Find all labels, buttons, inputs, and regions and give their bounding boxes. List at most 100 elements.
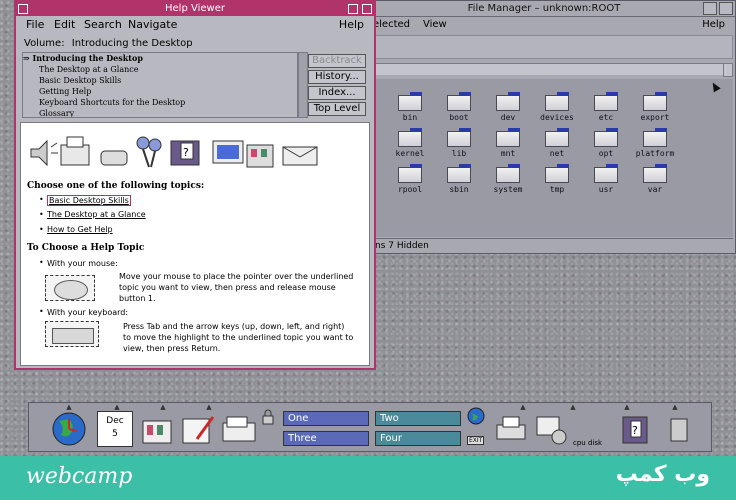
globe-clock-icon[interactable] [51,411,87,447]
printer-icon[interactable] [493,411,529,447]
mailer-icon[interactable] [221,411,257,447]
webcamp-logo: webcamp [26,464,133,489]
index-button[interactable]: Index... [308,86,366,100]
speaker-icon [30,139,58,167]
help-manager-icon[interactable]: ? [617,411,653,447]
file-manager-window: File Manager – unknown:ROOT elected View… [352,0,736,254]
menu-selected[interactable]: elected [373,17,410,32]
bullet: • [39,258,44,267]
volume-label: Volume: [24,38,65,49]
folder-icon [545,92,569,111]
minimize-button[interactable] [348,4,358,14]
mailbox-icon [282,146,318,166]
folder-item[interactable]: var [624,164,686,194]
file-manager-icon[interactable] [139,411,175,447]
workspace-four-button[interactable]: Four [375,431,461,446]
minimize-button[interactable] [703,2,717,15]
workspace-two-button[interactable]: Two [375,411,461,426]
status-text: ns 7 Hidden [375,241,429,251]
folder-icon [594,164,618,183]
style-manager-icon[interactable] [533,411,569,447]
backtrack-button[interactable]: Backtrack [308,54,366,68]
link-desktop-at-a-glance[interactable]: The Desktop at a Glance [47,210,146,219]
with-keyboard-label: With your keyboard: [47,308,129,317]
menu-file[interactable]: File [26,16,44,34]
status-bar: ns 7 Hidden [373,238,733,253]
link-basic-desktop-skills[interactable]: Basic Desktop Skills [47,195,131,206]
help-viewer-titlebar[interactable]: Help Viewer [16,2,374,16]
subpanel-arrow-icon[interactable]: ▲ [63,404,75,411]
folder-area: bin boot dev devices etc export kernel lib mnt ne… [373,79,733,237]
mouse-icon [45,275,95,301]
workspace-one-button[interactable]: One [283,411,369,426]
subpanel-arrow-icon[interactable]: ▲ [111,404,123,411]
path-bar [373,35,733,59]
keyboard-instructions-1: Press Tab and the arrow keys (up, down, … [123,322,345,331]
folder-label: export [640,113,670,122]
folder-icon [496,92,520,111]
volume-row: Volume: Introducing the Desktop [24,38,193,49]
folder-label: var [647,185,663,194]
menu-view[interactable]: View [423,17,447,32]
choose-heading: Choose one of the following topics: [27,181,205,191]
menu-edit[interactable]: Edit [54,16,75,34]
svg-text:?: ? [632,424,638,437]
nav-buttons: Backtrack History... Index... Top Level [308,54,366,118]
topic-item[interactable]: Getting Help [23,86,297,97]
subpanel-arrow-icon[interactable]: ▲ [517,404,529,411]
text-editor-icon[interactable] [179,411,215,447]
mouse-instructions-1: Move your mouse to place the pointer ove… [119,272,354,281]
menu-search[interactable]: Search [84,16,122,34]
bullet: • [39,307,44,316]
history-button[interactable]: History... [308,70,366,84]
subpanel-arrow-icon[interactable]: ▲ [203,404,215,411]
folder-icon [398,128,422,147]
file-manager-menubar: elected View Help [353,17,735,32]
workspace-three-button[interactable]: Three [283,431,369,446]
subpanel-arrow-icon[interactable]: ▲ [669,404,681,411]
subpanel-arrow-icon[interactable]: ▲ [621,404,633,411]
folder-icon [545,164,569,183]
folder-item[interactable]: export [624,92,686,122]
menu-navigate[interactable]: Navigate [128,16,177,34]
monitor-icon [212,140,244,164]
keyboard-instructions-2: to move the highlight to the underlined … [123,333,354,342]
webcamp-logo-persian: وب کمپ [615,462,710,487]
top-level-button[interactable]: Top Level [308,102,366,116]
topic-scrollbar[interactable] [298,52,308,118]
with-mouse-label: With your mouse: [47,259,118,268]
folder-label: platform [635,149,675,158]
window-menu-button[interactable] [18,4,28,14]
svg-text:?: ? [183,146,189,159]
mouse-instructions-2: topic you want to view, then press and r… [119,283,336,292]
subpanel-arrow-icon[interactable]: ▲ [157,404,169,411]
menu-help[interactable]: Help [339,16,364,34]
scrollbar[interactable] [723,63,733,77]
iconic-path [373,63,733,75]
topic-item[interactable]: ⇒ Introducing the Desktop [23,53,297,64]
help-viewer-menubar: File Edit Search Navigate Help [16,16,374,34]
topic-item[interactable]: Glossary [23,108,297,117]
help-viewer-window: Help Viewer File Edit Search Navigate He… [14,0,376,370]
topic-item[interactable]: The Desktop at a Glance [23,64,297,75]
subpanel-arrow-icon[interactable]: ▲ [567,404,579,411]
cpu-disk-label: cpu disk [573,439,603,447]
topic-icon-strip: ? [30,136,318,168]
topic-item[interactable]: Keyboard Shortcuts for the Desktop [23,97,297,108]
keyboard-instructions-3: view, then press Return. [123,344,221,353]
menu-help[interactable]: Help [702,17,725,32]
folder-item[interactable]: platform [624,128,686,158]
maximize-button[interactable] [719,2,733,15]
file-manager-titlebar[interactable]: File Manager – unknown:ROOT [353,1,735,17]
watermark-banner: webcamp وب کمپ [0,456,736,500]
maximize-button[interactable] [362,4,372,14]
link-how-to-get-help[interactable]: How to Get Help [47,225,113,234]
folder-icon [545,128,569,147]
bullet: • [39,210,44,219]
exit-button[interactable]: EXIT [467,436,485,445]
keyboard-icon [45,321,99,347]
trash-icon[interactable] [661,411,697,447]
choose-topic-heading: To Choose a Help Topic [27,243,145,253]
topic-item[interactable]: Basic Desktop Skills [23,75,297,86]
calendar-icon[interactable]: Dec 5 [97,411,133,447]
